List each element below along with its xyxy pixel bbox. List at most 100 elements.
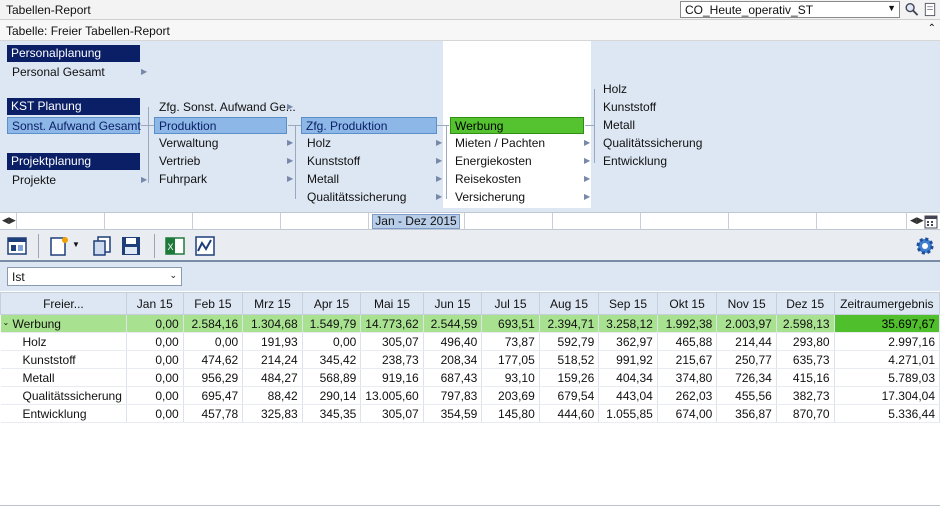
expand-arrow-icon[interactable]: ▶ xyxy=(287,174,293,183)
row-label[interactable]: Kunststoff xyxy=(0,350,127,369)
table-cell[interactable]: 455,56 xyxy=(716,386,777,405)
expand-arrow-icon[interactable]: ▶ xyxy=(287,102,293,111)
table-cell[interactable]: 262,03 xyxy=(657,386,718,405)
column-header[interactable]: Mai 15 xyxy=(360,292,424,315)
timeline-range-handle[interactable]: Jan - Dez 2015 xyxy=(372,214,460,229)
table-cell[interactable]: 518,52 xyxy=(539,350,600,369)
table-cell[interactable]: 345,42 xyxy=(302,350,362,369)
chart-icon[interactable] xyxy=(194,235,216,257)
tree-item-versicherung[interactable]: Versicherung xyxy=(451,189,529,206)
column-header[interactable]: Aug 15 xyxy=(538,292,600,315)
row-label[interactable]: Entwicklung xyxy=(0,404,127,423)
column-header[interactable]: Okt 15 xyxy=(656,292,718,315)
table-cell[interactable]: 14.773,62 xyxy=(360,314,424,333)
table-cell[interactable]: 687,43 xyxy=(423,368,483,387)
table-cell[interactable]: 2.598,13 xyxy=(776,314,835,333)
row-label[interactable]: ⌄ Werbung xyxy=(0,314,127,333)
table-cell[interactable]: 0,00 xyxy=(126,386,184,405)
table-cell[interactable]: 2.544,59 xyxy=(423,314,483,333)
table-cell[interactable]: 382,73 xyxy=(776,386,835,405)
table-cell[interactable]: 1.304,68 xyxy=(242,314,303,333)
column-header[interactable]: Jan 15 xyxy=(125,292,184,315)
table-cell[interactable]: 305,07 xyxy=(360,332,424,351)
tree-item-zfg-produktion[interactable]: Zfg. Produktion xyxy=(301,117,437,134)
column-header[interactable]: Apr 15 xyxy=(301,292,362,315)
column-header[interactable]: Dez 15 xyxy=(775,292,835,315)
table-cell[interactable]: 443,04 xyxy=(598,386,658,405)
table-cell[interactable]: 635,73 xyxy=(776,350,835,369)
table-cell[interactable]: 956,29 xyxy=(183,368,244,387)
chevron-down-icon[interactable]: ▼ xyxy=(72,240,80,249)
table-cell[interactable]: 484,27 xyxy=(242,368,303,387)
tree-item-projekte[interactable]: Projekte xyxy=(8,172,60,189)
table-cell[interactable]: 215,67 xyxy=(657,350,718,369)
table-row[interactable]: Holz 0,00 0,00 191,93 0,00 305,07 496,40 73,87 5… xyxy=(0,332,940,351)
tree-item-zfg-sonst-aufwand[interactable]: Zfg. Sonst. Aufwand Ge... xyxy=(155,99,300,116)
table-cell[interactable]: 93,10 xyxy=(481,368,540,387)
table-cell[interactable]: 2.584,16 xyxy=(183,314,244,333)
table-cell[interactable]: 2.394,71 xyxy=(539,314,600,333)
timeline-prev-icon[interactable]: ◀▶ xyxy=(2,215,16,226)
table-cell[interactable]: 325,83 xyxy=(242,404,303,423)
column-header[interactable]: Nov 15 xyxy=(716,292,777,315)
tree-item-werbung[interactable]: Werbung xyxy=(450,117,584,134)
column-header-name[interactable]: Freier... xyxy=(0,292,127,315)
table-cell[interactable]: 0,00 xyxy=(126,368,184,387)
table-cell[interactable]: 870,70 xyxy=(776,404,835,423)
expand-arrow-icon[interactable]: ▶ xyxy=(436,174,442,183)
column-header[interactable]: Jun 15 xyxy=(422,292,483,315)
table-cell[interactable]: 208,34 xyxy=(423,350,483,369)
table-row[interactable]: Kunststoff 0,00 474,62 214,24 345,42 238,73 20… xyxy=(0,350,940,369)
table-cell[interactable]: 345,35 xyxy=(302,404,362,423)
table-cell[interactable]: 191,93 xyxy=(242,332,303,351)
table-cell[interactable]: 1.549,79 xyxy=(302,314,362,333)
table-cell[interactable]: 177,05 xyxy=(481,350,540,369)
table-cell[interactable]: 991,92 xyxy=(598,350,658,369)
tree-item-vertrieb[interactable]: Vertrieb xyxy=(155,153,204,170)
table-cell[interactable]: 203,69 xyxy=(481,386,540,405)
period-timeline[interactable]: ◀▶ Jan - Dez 2015 ◀▶ xyxy=(0,212,940,230)
table-cell[interactable]: 592,79 xyxy=(539,332,600,351)
column-header[interactable]: Zeitraumergebnis xyxy=(833,292,940,315)
tree-item-entwicklung-leaf[interactable]: Entwicklung xyxy=(599,153,671,170)
tree-item-sonst-aufwand-gesamt[interactable]: Sonst. Aufwand Gesamt xyxy=(7,117,141,134)
table-cell[interactable]: 695,47 xyxy=(183,386,244,405)
column-header[interactable]: Mrz 15 xyxy=(242,292,303,315)
expand-arrow-icon[interactable]: ▶ xyxy=(436,138,442,147)
period-total-cell[interactable]: 5.336,44 xyxy=(834,404,940,423)
table-cell[interactable]: 693,51 xyxy=(481,314,540,333)
table-row[interactable]: Qualitätssicherung 0,00 695,47 88,42 290,14 1… xyxy=(0,386,940,405)
table-cell[interactable]: 465,88 xyxy=(657,332,718,351)
table-cell[interactable]: 250,77 xyxy=(716,350,777,369)
new-document-icon[interactable] xyxy=(48,235,70,257)
collapse-icon[interactable]: ⌃ xyxy=(928,23,936,34)
tree-item-metall-leaf[interactable]: Metall xyxy=(599,117,639,134)
tree-item-verwaltung[interactable]: Verwaltung xyxy=(155,135,222,152)
table-cell[interactable]: 679,54 xyxy=(539,386,600,405)
period-total-cell[interactable]: 2.997,16 xyxy=(834,332,940,351)
tree-item-produktion[interactable]: Produktion xyxy=(154,117,287,134)
table-cell[interactable]: 0,00 xyxy=(126,314,184,333)
excel-export-icon[interactable]: X xyxy=(164,235,186,257)
table-cell[interactable]: 919,16 xyxy=(360,368,424,387)
layout-icon[interactable] xyxy=(6,235,28,257)
table-cell[interactable]: 88,42 xyxy=(242,386,303,405)
save-icon[interactable] xyxy=(120,235,142,257)
tree-item-reisekosten[interactable]: Reisekosten xyxy=(451,171,525,188)
column-header[interactable]: Feb 15 xyxy=(182,292,244,315)
table-cell[interactable]: 457,78 xyxy=(183,404,244,423)
search-icon[interactable] xyxy=(904,2,920,17)
table-group-row[interactable]: ⌄ Werbung 0,00 2.584,16 1.304,68 1.549,79 14.7… xyxy=(0,314,940,333)
tree-item-metall[interactable]: Metall xyxy=(303,171,343,188)
settings-gear-icon[interactable] xyxy=(914,235,936,257)
expand-arrow-icon[interactable]: ▶ xyxy=(584,174,590,183)
column-header[interactable]: Sep 15 xyxy=(598,292,658,315)
expand-arrow-icon[interactable]: ▶ xyxy=(584,156,590,165)
tree-item-qualitaetssicherung-leaf[interactable]: Qualitätssicherung xyxy=(599,135,706,152)
table-cell[interactable]: 1.992,38 xyxy=(657,314,718,333)
document-icon[interactable] xyxy=(922,2,938,17)
expand-arrow-icon[interactable]: ▶ xyxy=(584,192,590,201)
tree-item-kunststoff-leaf[interactable]: Kunststoff xyxy=(599,99,660,116)
tree-item-personal-gesamt[interactable]: Personal Gesamt xyxy=(8,64,109,81)
profile-select[interactable]: CO_Heute_operativ_ST ▼ xyxy=(680,1,900,18)
